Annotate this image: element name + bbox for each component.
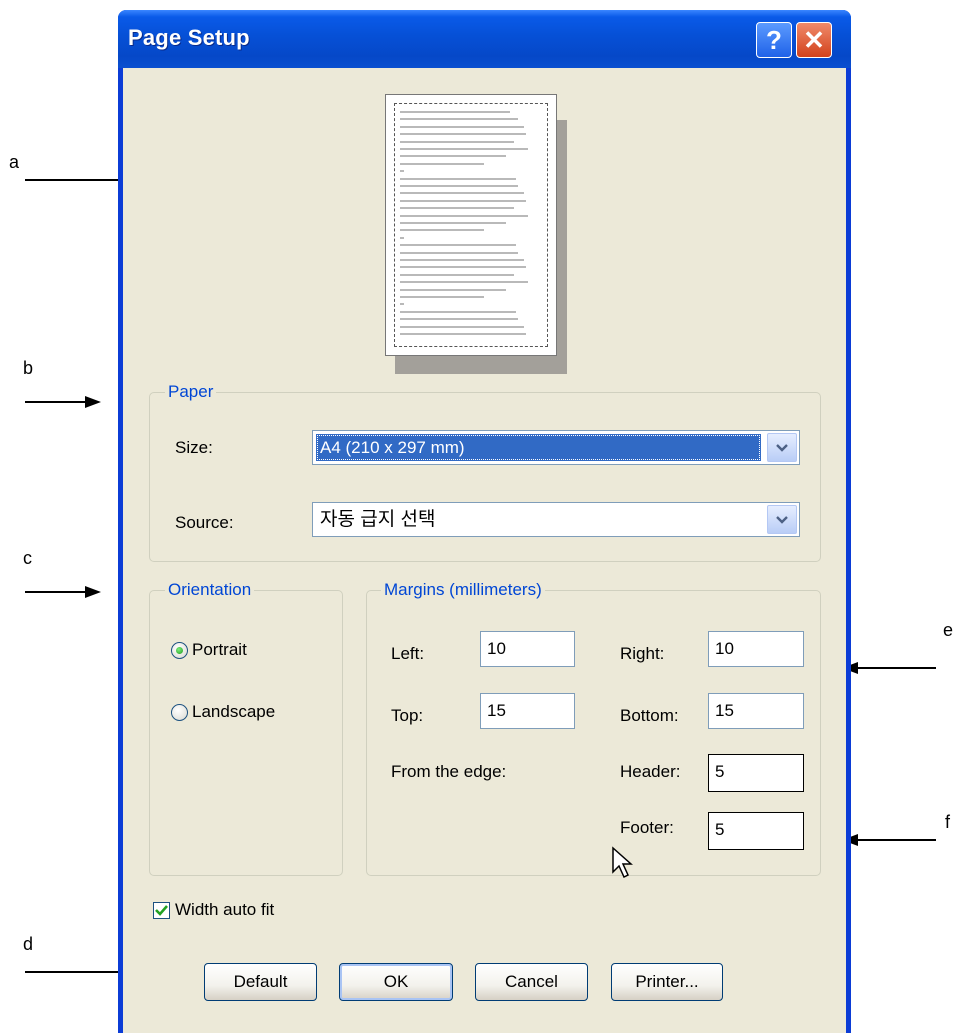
paper-source-select[interactable]: 자동 급지 선택 [312, 502, 800, 537]
preview-text-line [400, 296, 484, 298]
source-dropdown-button[interactable] [767, 505, 797, 534]
preview-text-line [400, 318, 518, 321]
margins-group-title: Margins (millimeters) [381, 580, 545, 600]
landscape-label[interactable]: Landscape [192, 702, 275, 722]
annotation-arrow-c [25, 586, 101, 598]
help-button[interactable]: ? [756, 22, 792, 58]
preview-text-line [400, 133, 526, 136]
preview-text-line [400, 170, 404, 173]
paper-source-value: 자동 급지 선택 [320, 509, 436, 530]
chevron-down-icon [776, 515, 788, 524]
preview-text-line [400, 207, 514, 210]
preview-text-line [400, 244, 516, 247]
page-setup-dialog: Page Setup ? ✕ Paper Size: A4 (210 x 297… [118, 10, 851, 1033]
portrait-radio[interactable] [171, 642, 188, 659]
width-auto-fit-label[interactable]: Width auto fit [175, 900, 274, 920]
size-label: Size: [175, 438, 213, 457]
preview-text-line [400, 288, 506, 291]
preview-text-line [400, 251, 518, 254]
preview-text-line [400, 162, 484, 165]
preview-page [385, 94, 557, 356]
top-margin-label: Top: [391, 706, 424, 725]
dialog-client-area: Paper Size: A4 (210 x 297 mm) Source: 자동… [123, 68, 846, 1033]
annotation-b: b [23, 358, 34, 378]
radio-selected-dot [176, 647, 183, 654]
width-auto-fit-checkbox[interactable] [153, 902, 170, 919]
preview-text-line [400, 155, 506, 158]
preview-text-line [400, 303, 404, 306]
close-button[interactable]: ✕ [796, 22, 832, 58]
annotation-arrow-f [842, 834, 936, 846]
annotation-arrow-b [25, 396, 101, 408]
dialog-title: Page Setup [128, 25, 250, 50]
checkmark-icon [155, 905, 168, 916]
preview-text-line [400, 192, 524, 195]
preview-text-line [400, 325, 524, 328]
preview-text-line [400, 229, 484, 232]
preview-text-line [400, 281, 528, 284]
source-label: Source: [175, 513, 234, 532]
paper-group-title: Paper [165, 382, 217, 402]
title-bar[interactable]: Page Setup ? ✕ [118, 10, 851, 68]
preview-text-line [400, 236, 404, 239]
size-dropdown-button[interactable] [767, 433, 797, 462]
preview-text-line [400, 148, 528, 150]
bottom-margin-label: Bottom: [620, 706, 679, 725]
default-button[interactable]: Default [204, 963, 317, 1001]
chevron-down-icon [776, 443, 788, 452]
preview-text-line [400, 273, 514, 276]
top-margin-input[interactable]: 15 [480, 693, 575, 729]
preview-text-line [400, 118, 518, 121]
from-edge-label: From the edge: [391, 762, 507, 781]
preview-text-line [400, 259, 524, 261]
annotation-f: f [945, 812, 951, 832]
preview-text-line [400, 266, 526, 269]
mouse-cursor-icon [612, 846, 633, 879]
annotation-a: a [9, 152, 20, 172]
left-margin-label: Left: [391, 644, 425, 663]
footer-margin-label: Footer: [620, 818, 674, 837]
ok-button[interactable]: OK [339, 963, 453, 1001]
footer-margin-input[interactable]: 5 [708, 812, 804, 850]
annotation-arrow-e [842, 662, 936, 674]
preview-text-line [400, 111, 510, 113]
paper-size-value: A4 (210 x 297 mm) [316, 434, 761, 461]
cancel-button[interactable]: Cancel [475, 963, 588, 1001]
preview-text-line [400, 333, 526, 335]
left-margin-input[interactable]: 10 [480, 631, 575, 667]
landscape-radio[interactable] [171, 704, 188, 721]
preview-text-line [400, 177, 516, 180]
right-margin-input[interactable]: 10 [708, 631, 804, 667]
paper-size-select[interactable]: A4 (210 x 297 mm) [312, 430, 800, 465]
preview-text-line [400, 185, 518, 187]
preview-text-line [400, 222, 506, 224]
preview-text-line [400, 199, 526, 202]
preview-text-line [400, 125, 524, 128]
header-margin-label: Header: [620, 762, 681, 781]
printer-button[interactable]: Printer... [611, 963, 723, 1001]
annotation-d: d [23, 934, 34, 954]
bottom-margin-input[interactable]: 15 [708, 693, 804, 729]
right-margin-label: Right: [620, 644, 665, 663]
annotation-c: c [23, 548, 32, 568]
preview-text-line [400, 140, 514, 143]
preview-text-line [400, 214, 528, 217]
orientation-group [149, 590, 343, 876]
annotation-e: e [943, 620, 954, 640]
preview-text-line [400, 310, 516, 313]
portrait-label[interactable]: Portrait [192, 640, 247, 660]
header-margin-input[interactable]: 5 [708, 754, 804, 792]
orientation-group-title: Orientation [165, 580, 255, 600]
